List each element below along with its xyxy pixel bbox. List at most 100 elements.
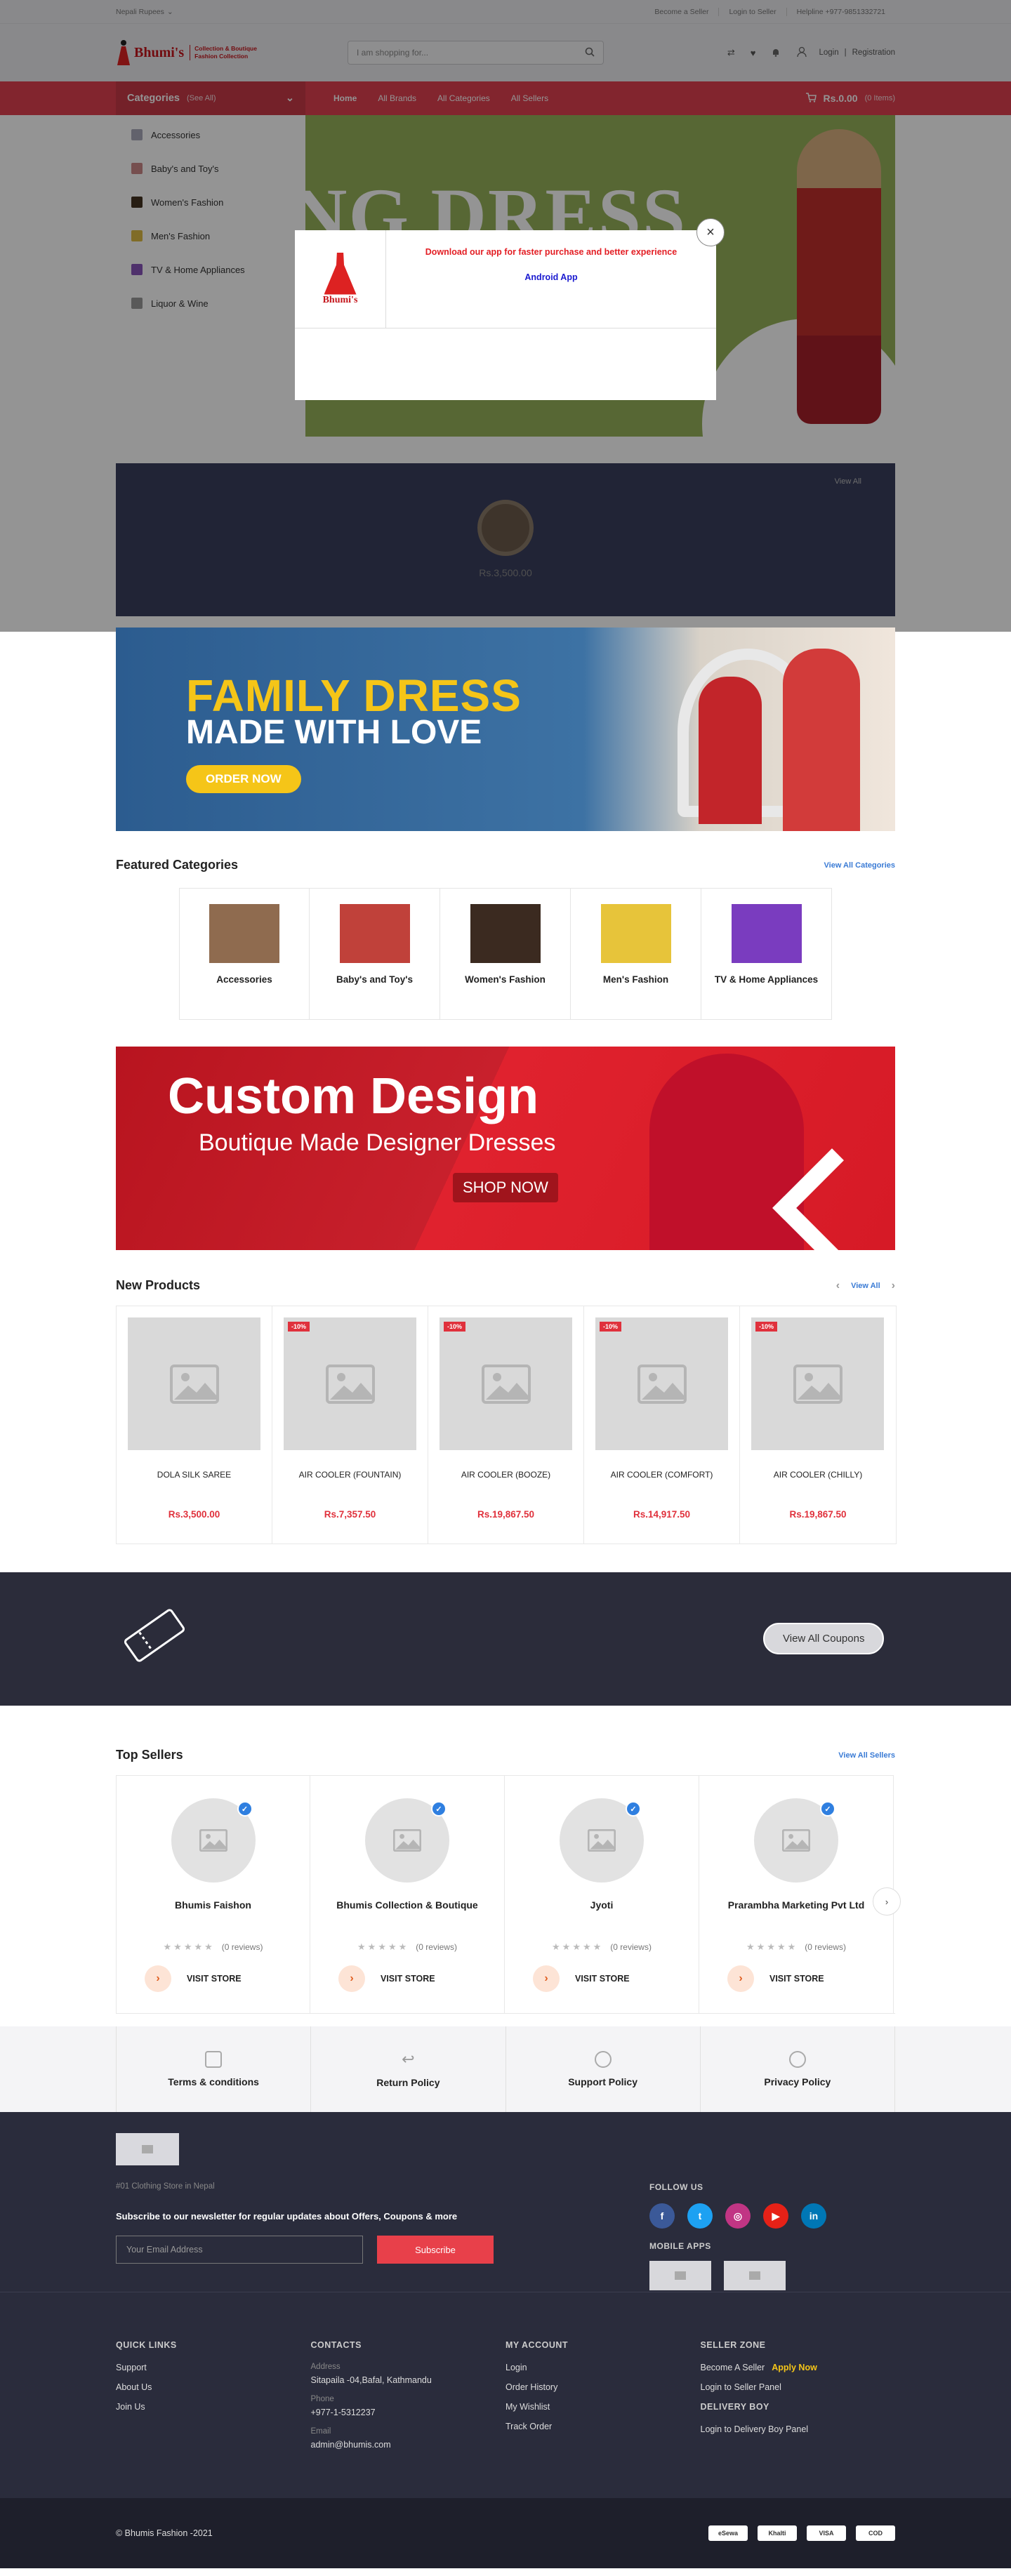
model-image — [649, 1054, 804, 1250]
image-icon — [793, 1364, 842, 1404]
android-app-link[interactable]: Android App — [386, 272, 716, 282]
return-arrow-icon: ↩ — [402, 2050, 415, 2068]
instagram-icon[interactable]: ◎ — [725, 2203, 751, 2229]
product-name[interactable]: AIR COOLER (COMFORT) — [595, 1470, 728, 1480]
banner-subheadline: MADE WITH LOVE — [186, 714, 482, 751]
view-all-categories-link[interactable]: View All Categories — [824, 861, 895, 870]
chevron-left-icon[interactable]: ‹ — [836, 1280, 840, 1292]
modal-message: Download our app for faster purchase and… — [425, 247, 678, 257]
return-policy-link[interactable]: ↩ Return Policy — [310, 2026, 505, 2112]
policies-bar: Terms & conditions ↩ Return Policy Suppor… — [0, 2026, 1011, 2112]
verified-icon: ✓ — [431, 1801, 447, 1817]
email-label: Email — [310, 2427, 331, 2436]
about-us-link[interactable]: About Us — [116, 2382, 311, 2392]
terms-link[interactable]: Terms & conditions — [116, 2026, 310, 2112]
wishlist-link[interactable]: My Wishlist — [505, 2402, 701, 2412]
newsletter-text: Subscribe to our newsletter for regular … — [116, 2211, 458, 2222]
seller-avatar: ✓ — [754, 1798, 838, 1883]
chevron-right-icon[interactable]: › — [873, 1887, 901, 1916]
footer-logo[interactable] — [116, 2133, 179, 2165]
app-download-modal: Bhumi's Download our app for faster purc… — [295, 230, 716, 400]
close-modal-button[interactable]: × — [696, 218, 725, 246]
visit-store-button[interactable]: › VISIT STORE — [533, 1965, 630, 1992]
copyright-text: © Bhumis Fashion -2021 — [116, 2528, 213, 2538]
privacy-policy-link[interactable]: Privacy Policy — [699, 2026, 895, 2112]
delivery-panel-link[interactable]: Login to Delivery Boy Panel — [701, 2424, 896, 2434]
visit-store-button[interactable]: › VISIT STORE — [727, 1965, 824, 1992]
category-label: TV & Home Appliances — [714, 974, 819, 985]
seller-panel-link[interactable]: Login to Seller Panel — [701, 2382, 896, 2392]
seller-card[interactable]: ✓ Jyoti ★★★★★ (0 reviews) › VISIT STORE — [505, 1775, 699, 2013]
apply-now-link[interactable]: Apply Now — [772, 2363, 817, 2372]
banner-headline: Custom Design — [168, 1068, 539, 1124]
top-sellers-carousel: ✓ Bhumis Faishon ★★★★★ (0 reviews) › VISIT ST… — [116, 1775, 901, 2014]
view-all-sellers-link[interactable]: View All Sellers — [838, 1751, 895, 1760]
facebook-icon[interactable]: f — [649, 2203, 675, 2229]
coupons-banner: View All Coupons — [0, 1572, 1011, 1706]
newsletter-email-input[interactable]: Your Email Address — [116, 2236, 363, 2264]
seller-card[interactable]: ✓ Prarambha Marketing Pvt Ltd ★★★★★ (0 revi… — [699, 1775, 894, 2013]
support-policy-link[interactable]: Support Policy — [505, 2026, 700, 2112]
discount-badge: -10% — [444, 1322, 466, 1332]
discount-badge: -10% — [600, 1322, 622, 1332]
featured-category-card[interactable]: Men's Fashion — [571, 888, 701, 1020]
image-icon — [637, 1364, 687, 1404]
twitter-icon[interactable]: t — [687, 2203, 713, 2229]
visit-store-button[interactable]: › VISIT STORE — [338, 1965, 435, 1992]
app-store-badge[interactable] — [724, 2261, 786, 2290]
featured-category-card[interactable]: TV & Home Appliances — [701, 888, 832, 1020]
view-all-products-link[interactable]: View All — [851, 1282, 880, 1290]
product-card[interactable]: -10% AIR COOLER (CHILLY) Rs.19,867.50 — [740, 1306, 896, 1543]
linkedin-icon[interactable]: in — [801, 2203, 826, 2229]
chevron-right-icon: › — [533, 1965, 560, 1992]
product-card[interactable]: -10% AIR COOLER (COMFORT) Rs.14,917.50 — [584, 1306, 740, 1543]
google-play-badge[interactable] — [649, 2261, 711, 2290]
family-dress-banner[interactable]: FAMILY DRESS MADE WITH LOVE ORDER NOW — [116, 628, 895, 831]
product-name[interactable]: DOLA SILK SAREE — [128, 1470, 260, 1480]
email-value[interactable]: admin@bhumis.com — [311, 2440, 506, 2450]
account-login-link[interactable]: Login — [505, 2363, 701, 2372]
seller-name[interactable]: Jyoti — [590, 1899, 614, 1911]
product-name[interactable]: AIR COOLER (FOUNTAIN) — [284, 1470, 416, 1480]
order-now-button[interactable]: ORDER NOW — [186, 765, 301, 793]
subscribe-button[interactable]: Subscribe — [377, 2236, 494, 2264]
document-icon — [205, 2051, 223, 2068]
follow-us-heading: FOLLOW US — [649, 2182, 703, 2192]
seller-name[interactable]: Bhumis Collection & Boutique — [336, 1899, 477, 1911]
featured-category-card[interactable]: Accessories — [179, 888, 310, 1020]
seller-rating: ★★★★★ (0 reviews) — [163, 1941, 263, 1952]
seller-name[interactable]: Bhumis Faishon — [175, 1899, 251, 1911]
track-order-link[interactable]: Track Order — [505, 2422, 701, 2431]
view-all-coupons-button[interactable]: View All Coupons — [763, 1623, 885, 1654]
image-icon — [782, 1829, 810, 1852]
seller-card[interactable]: ✓ Bhumis Faishon ★★★★★ (0 reviews) › VISIT ST… — [116, 1775, 310, 2013]
product-name[interactable]: AIR COOLER (CHILLY) — [751, 1470, 885, 1480]
product-name[interactable]: AIR COOLER (BOOZE) — [440, 1470, 572, 1480]
custom-design-banner[interactable]: Custom Design Boutique Made Designer Dre… — [116, 1047, 895, 1250]
chevron-right-icon[interactable]: › — [892, 1280, 895, 1292]
featured-categories-list: Accessories Baby's and Toy's Women's Fashi… — [116, 888, 895, 1020]
shop-now-button[interactable]: SHOP NOW — [453, 1173, 558, 1202]
featured-category-card[interactable]: Baby's and Toy's — [310, 888, 440, 1020]
payment-logo-khalti: Khalti — [758, 2525, 797, 2541]
modal-logo: Bhumi's — [295, 230, 386, 328]
support-link[interactable]: Support — [116, 2363, 311, 2372]
order-history-link[interactable]: Order History — [505, 2382, 701, 2392]
category-label: Women's Fashion — [465, 974, 546, 985]
product-card[interactable]: DOLA SILK SAREE Rs.3,500.00 — [117, 1306, 272, 1543]
category-label: Men's Fashion — [602, 974, 669, 985]
footer: #01 Clothing Store in Nepal Subscribe to… — [0, 2112, 1011, 2498]
seller-avatar: ✓ — [560, 1798, 644, 1883]
image-icon — [199, 1829, 227, 1852]
seller-card[interactable]: ✓ Bhumis Collection & Boutique ★★★★★ (0 rev… — [310, 1775, 505, 2013]
seller-rating: ★★★★★ (0 reviews) — [552, 1941, 652, 1952]
visit-store-button[interactable]: › VISIT STORE — [145, 1965, 242, 1992]
product-card[interactable]: -10% AIR COOLER (FOUNTAIN) Rs.7,357.50 — [272, 1306, 428, 1543]
join-us-link[interactable]: Join Us — [116, 2402, 311, 2412]
new-products-carousel: DOLA SILK SAREE Rs.3,500.00 -10% AIR COOLER… — [116, 1306, 897, 1544]
featured-category-card[interactable]: Women's Fashion — [440, 888, 571, 1020]
youtube-icon[interactable]: ▶ — [763, 2203, 788, 2229]
seller-name[interactable]: Prarambha Marketing Pvt Ltd — [728, 1899, 865, 1911]
product-card[interactable]: -10% AIR COOLER (BOOZE) Rs.19,867.50 — [428, 1306, 584, 1543]
category-label: Baby's and Toy's — [336, 974, 413, 985]
